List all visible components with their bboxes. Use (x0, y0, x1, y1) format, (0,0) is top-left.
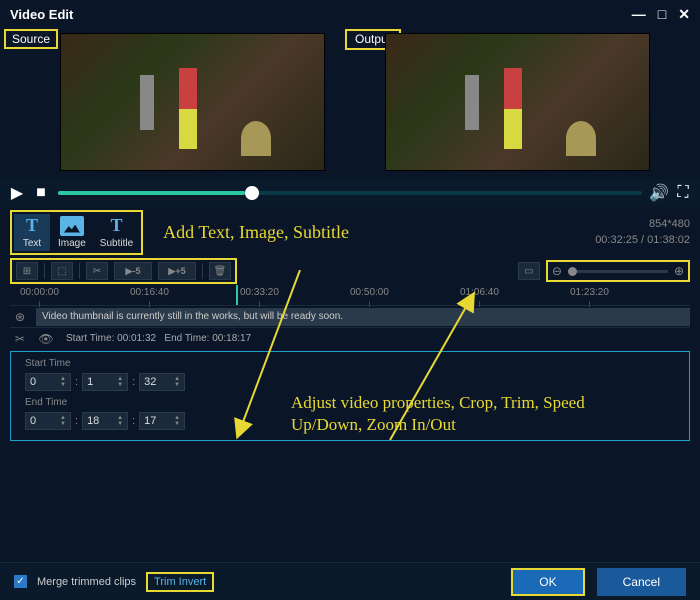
image-tool-label: Image (58, 238, 86, 249)
progress-thumb[interactable] (245, 186, 259, 200)
image-tool[interactable]: Image (52, 214, 92, 251)
time-tick: 01:06:40 (460, 287, 499, 298)
tool-row: T Text Image T Subtitle Add Text, Image,… (0, 207, 700, 257)
time-tick: 00:16:40 (130, 287, 169, 298)
source-preview[interactable] (60, 33, 325, 171)
zoom-thumb[interactable] (568, 267, 577, 276)
footer: ✓ Merge trimmed clips Trim Invert OK Can… (0, 562, 700, 600)
ok-button[interactable]: OK (511, 568, 584, 596)
start-time-label: Start Time: (66, 333, 114, 344)
stop-button[interactable]: ■ (34, 186, 48, 200)
eye-icon[interactable]: 👁 (36, 332, 56, 346)
crop-button[interactable]: ⬚ (51, 262, 73, 280)
merge-checkbox[interactable]: ✓ (14, 575, 27, 588)
insert-tools: T Text Image T Subtitle (10, 210, 143, 255)
text-tool-label: Text (23, 238, 41, 249)
subtitle-tool[interactable]: T Subtitle (94, 214, 139, 251)
delete-button[interactable]: 🗑 (209, 262, 231, 280)
subtitle-tool-label: Subtitle (100, 238, 133, 249)
timeline-ruler[interactable]: 00:00:00 00:16:40 00:33:20 00:50:00 01:0… (0, 285, 700, 305)
text-icon: T (20, 216, 44, 236)
start-hours[interactable]: 0▲▼ (25, 373, 71, 391)
zoom-in-icon[interactable]: ⊕ (674, 264, 684, 278)
end-time-label: End Time: (164, 333, 209, 344)
minimize-button[interactable]: — (632, 6, 646, 23)
start-seconds[interactable]: 32▲▼ (139, 373, 185, 391)
titlebar: Video Edit — □ ✕ (0, 0, 700, 29)
trim-button[interactable]: ✂ (86, 262, 108, 280)
end-time-value: 00:18:17 (212, 333, 251, 344)
time-tick: 00:50:00 (350, 287, 389, 298)
video-track-clip[interactable]: Video thumbnail is currently still in th… (36, 308, 690, 326)
start-time-value: 00:01:32 (117, 333, 156, 344)
volume-button[interactable]: 🔊 (652, 186, 666, 200)
trim-invert-button[interactable]: Trim Invert (146, 572, 214, 592)
window-controls: — □ ✕ (632, 6, 690, 23)
video-track[interactable]: ⊛ Video thumbnail is currently still in … (10, 305, 690, 327)
tools-annotation: Add Text, Image, Subtitle (163, 222, 349, 243)
properties-button[interactable]: ⊞ (16, 262, 38, 280)
trim-track-icon: ✂ (10, 332, 30, 346)
merge-label: Merge trimmed clips (37, 576, 136, 588)
edit-tools: ⊞ ⬚ ✂ ▶-5 ▶+5 🗑 (10, 258, 237, 284)
close-button[interactable]: ✕ (678, 6, 690, 23)
text-tool[interactable]: T Text (14, 214, 50, 251)
track-area: ⊛ Video thumbnail is currently still in … (0, 305, 700, 349)
speed-down-button[interactable]: ▶-5 (114, 262, 152, 280)
fit-button[interactable]: ▭ (518, 262, 540, 280)
edit-toolbar: ⊞ ⬚ ✂ ▶-5 ▶+5 🗑 ▭ ⊖ ⊕ (0, 257, 700, 285)
playhead[interactable] (236, 285, 238, 305)
start-time-inputs: 0▲▼ : 1▲▼ : 32▲▼ (25, 373, 675, 391)
properties-panel: Start Time 0▲▼ : 1▲▼ : 32▲▼ End Time 0▲▼… (10, 351, 690, 441)
zoom-controls: ⊖ ⊕ (546, 260, 690, 282)
window-title: Video Edit (10, 7, 73, 22)
time-tick: 01:23:20 (570, 287, 609, 298)
speed-up-button[interactable]: ▶+5 (158, 262, 196, 280)
start-time-label: Start Time (25, 358, 675, 369)
time-text: 00:32:25 / 01:38:02 (595, 232, 690, 249)
start-minutes[interactable]: 1▲▼ (82, 373, 128, 391)
transport-bar: ▶ ■ 🔊 ⛶ (0, 179, 700, 207)
time-tick: 00:00:00 (20, 287, 59, 298)
play-button[interactable]: ▶ (10, 186, 24, 200)
zoom-slider[interactable] (568, 270, 668, 273)
image-icon (60, 216, 84, 236)
end-hours[interactable]: 0▲▼ (25, 412, 71, 430)
progress-slider[interactable] (58, 191, 642, 195)
video-track-icon: ⊛ (10, 310, 30, 324)
props-annotation: Adjust video properties, Crop, Trim, Spe… (291, 392, 651, 436)
time-tick: 00:33:20 (240, 287, 279, 298)
fullscreen-button[interactable]: ⛶ (676, 186, 690, 200)
end-seconds[interactable]: 17▲▼ (139, 412, 185, 430)
maximize-button[interactable]: □ (658, 6, 666, 23)
cancel-button[interactable]: Cancel (597, 568, 686, 596)
subtitle-icon: T (104, 216, 128, 236)
zoom-out-icon[interactable]: ⊖ (552, 264, 562, 278)
trim-track[interactable]: ✂ 👁 Start Time: 00:01:32 End Time: 00:18… (10, 327, 690, 349)
video-meta: 854*480 00:32:25 / 01:38:02 (595, 216, 690, 249)
output-preview[interactable] (385, 33, 650, 171)
preview-area: Source Output (0, 29, 700, 179)
source-label: Source (4, 29, 58, 49)
resolution-text: 854*480 (595, 216, 690, 233)
trim-times: Start Time: 00:01:32 End Time: 00:18:17 (62, 333, 251, 344)
end-minutes[interactable]: 18▲▼ (82, 412, 128, 430)
